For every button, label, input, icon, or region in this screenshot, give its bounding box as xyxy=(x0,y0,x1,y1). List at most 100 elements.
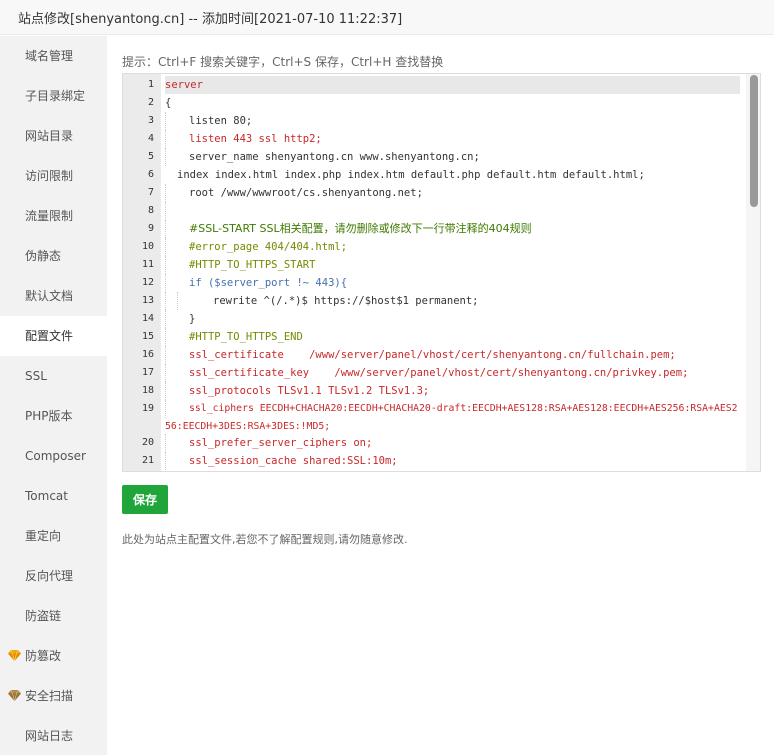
sidebar-item-label: 反向代理 xyxy=(25,569,74,583)
scrollbar-thumb[interactable] xyxy=(750,75,758,207)
sidebar-item-default-doc[interactable]: 默认文档 xyxy=(0,276,107,316)
line-text: ssl_ciphers EECDH+CHACHA20:EECDH+CHACHA2… xyxy=(165,403,738,432)
line-number: 20 xyxy=(141,437,154,448)
line-number: 13 xyxy=(141,295,154,306)
code-line: 17 ssl_certificate_key /www/server/panel… xyxy=(123,364,744,382)
code-line: 14 } xyxy=(123,310,744,328)
line-text: listen 443 ssl http2; xyxy=(189,133,322,145)
sidebar-item-composer[interactable]: Composer xyxy=(0,436,107,476)
config-editor[interactable]: 1 server 2 { 3 listen 80; 4 listen 443 s… xyxy=(122,73,761,472)
line-text: #HTTP_TO_HTTPS_END xyxy=(189,331,303,343)
sidebar-item-label: 防盗链 xyxy=(25,609,62,623)
sidebar-item-security-scan[interactable]: 安全扫描 xyxy=(0,676,107,716)
sidebar-item-rewrite[interactable]: 伪静态 xyxy=(0,236,107,276)
sidebar-item-access-limit[interactable]: 访问限制 xyxy=(0,156,107,196)
code-line: 19 ssl_ciphers EECDH+CHACHA20:EECDH+CHAC… xyxy=(123,400,744,434)
line-number: 11 xyxy=(141,259,154,270)
line-number: 2 xyxy=(147,97,154,108)
line-number: 10 xyxy=(141,241,154,252)
sidebar-item-site-log[interactable]: 网站日志 xyxy=(0,716,107,756)
code-line: 13 rewrite ^(/.*)$ https://$host$1 perma… xyxy=(123,292,744,310)
line-number: 15 xyxy=(141,331,154,342)
line-number: 7 xyxy=(147,187,154,198)
line-text: #HTTP_TO_HTTPS_START xyxy=(189,259,316,271)
line-text: server xyxy=(165,79,203,91)
code-line: 21 ssl_session_cache shared:SSL:10m; xyxy=(123,452,744,470)
sidebar-item-label: SSL xyxy=(25,369,47,383)
sidebar-item-traffic-limit[interactable]: 流量限制 xyxy=(0,196,107,236)
line-text: ssl_certificate /www/server/panel/vhost/… xyxy=(189,349,676,361)
sidebar-item-label: 配置文件 xyxy=(25,329,74,343)
sidebar-item-site-directory[interactable]: 网站目录 xyxy=(0,116,107,156)
sidebar-item-label: 网站日志 xyxy=(25,729,74,743)
sidebar-item-label: 流量限制 xyxy=(25,209,74,223)
line-number: 12 xyxy=(141,277,154,288)
sidebar-item-label: 访问限制 xyxy=(25,169,74,183)
code-line: 4 listen 443 ssl http2; xyxy=(123,130,744,148)
line-text: ssl_session_cache shared:SSL:10m; xyxy=(189,455,398,467)
line-number: 4 xyxy=(147,133,154,144)
sidebar-item-label: 域名管理 xyxy=(25,49,74,63)
line-text: listen 80; xyxy=(189,115,253,127)
sidebar-item-config-file[interactable]: 配置文件 xyxy=(0,316,107,356)
sidebar-item-redirect[interactable]: 重定向 xyxy=(0,516,107,556)
sidebar-item-tomcat[interactable]: Tomcat xyxy=(0,476,107,516)
code-line: 12 if ($server_port !~ 443){ xyxy=(123,274,744,292)
sidebar-item-label: 网站目录 xyxy=(25,129,74,143)
line-text: server_name shenyantong.cn www.shenyanto… xyxy=(189,151,480,163)
sidebar-item-ssl[interactable]: SSL xyxy=(0,356,107,396)
sidebar-item-reverse-proxy[interactable]: 反向代理 xyxy=(0,556,107,596)
sidebar-item-label: 防篡改 xyxy=(25,649,62,663)
line-text: } xyxy=(189,313,196,325)
line-text: root /www/wwwroot/cs.shenyantong.net; xyxy=(189,187,423,199)
code-line: 7 root /www/wwwroot/cs.shenyantong.net; xyxy=(123,184,744,202)
sidebar-item-label: Tomcat xyxy=(25,489,68,503)
line-text: ssl_protocols TLSv1.1 TLSv1.2 TLSv1.3; xyxy=(189,385,430,397)
sidebar-item-label: 安全扫描 xyxy=(25,689,74,703)
code-line: 11 #HTTP_TO_HTTPS_START xyxy=(123,256,744,274)
line-number: 6 xyxy=(147,169,154,180)
sidebar-item-label: PHP版本 xyxy=(25,409,73,423)
save-button[interactable]: 保存 xyxy=(122,485,168,514)
line-text: index index.html index.php index.htm def… xyxy=(177,169,645,181)
line-text: rewrite ^(/.*)$ https://$host$1 permanen… xyxy=(213,295,479,307)
line-text: if ($server_port !~ 443){ xyxy=(189,277,348,289)
line-number: 19 xyxy=(141,403,154,414)
code-line: 16 ssl_certificate /www/server/panel/vho… xyxy=(123,346,744,364)
line-text: #SSL-START SSL相关配置，请勿删除或修改下一行带注释的404规则 xyxy=(189,222,532,235)
line-text: ssl_certificate_key /www/server/panel/vh… xyxy=(189,367,689,379)
sidebar-item-domain[interactable]: 域名管理 xyxy=(0,36,107,76)
code-line: 9 #SSL-START SSL相关配置，请勿删除或修改下一行带注释的404规则 xyxy=(123,220,744,238)
sidebar-item-label: 伪静态 xyxy=(25,249,62,263)
dialog-titlebar: 站点修改[shenyantong.cn] -- 添加时间[2021-07-10 … xyxy=(0,0,774,35)
line-text: { xyxy=(165,97,172,109)
sidebar-item-subdirectory[interactable]: 子目录绑定 xyxy=(0,76,107,116)
code-line: 6 index index.html index.php index.htm d… xyxy=(123,166,744,184)
gold-diamond-icon xyxy=(8,650,21,661)
editor-scrollbar[interactable] xyxy=(746,74,760,471)
line-text: ssl_prefer_server_ciphers on; xyxy=(189,437,373,449)
sidebar-item-label: Composer xyxy=(25,449,86,463)
sidebar-item-label: 重定向 xyxy=(25,529,62,543)
code-line: 5 server_name shenyantong.cn www.shenyan… xyxy=(123,148,744,166)
line-number: 18 xyxy=(141,385,154,396)
line-number: 9 xyxy=(147,223,154,234)
line-number: 1 xyxy=(147,79,154,90)
code-line: 1 server xyxy=(123,76,744,94)
code-line: 20 ssl_prefer_server_ciphers on; xyxy=(123,434,744,452)
config-warning-note: 此处为站点主配置文件,若您不了解配置规则,请勿随意修改. xyxy=(122,533,408,546)
sidebar-item-label: 默认文档 xyxy=(25,289,74,303)
line-number: 17 xyxy=(141,367,154,378)
line-text: #error_page 404/404.html; xyxy=(189,241,348,253)
line-number: 21 xyxy=(141,455,154,466)
main-panel: 提示：Ctrl+F 搜索关键字，Ctrl+S 保存，Ctrl+H 查找替换 1 … xyxy=(107,36,774,755)
sidebar-item-hotlink-protection[interactable]: 防盗链 xyxy=(0,596,107,636)
sidebar-item-php-version[interactable]: PHP版本 xyxy=(0,396,107,436)
line-number: 16 xyxy=(141,349,154,360)
code-line: 3 listen 80; xyxy=(123,112,744,130)
line-number: 3 xyxy=(147,115,154,126)
sidebar-item-tamper-protection[interactable]: 防篡改 xyxy=(0,636,107,676)
shortcut-hint: 提示：Ctrl+F 搜索关键字，Ctrl+S 保存，Ctrl+H 查找替换 xyxy=(122,55,444,69)
code-area[interactable]: 1 server 2 { 3 listen 80; 4 listen 443 s… xyxy=(123,76,744,470)
sidebar-item-label: 子目录绑定 xyxy=(25,89,86,103)
